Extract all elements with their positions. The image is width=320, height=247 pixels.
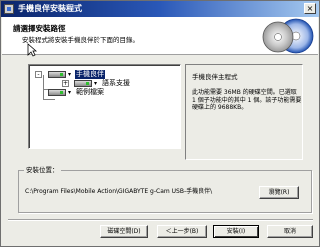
- wizard-header: 請選擇安裝路徑 安裝程式將安裝手機良伴於下面的目錄。: [2, 17, 318, 55]
- back-button[interactable]: ＜上一步(B): [157, 225, 207, 238]
- installer-app-icon: [4, 4, 14, 14]
- feature-description: 此功能需要 36MB 的硬碟空間。已選取 1 個子功能中的其中 1 個。該子功能…: [192, 89, 302, 111]
- cd-disc-icon: [262, 18, 314, 54]
- install-path: C:\Program Files\Mobile Action\GIGABYTE …: [25, 188, 213, 195]
- feature-title: 手機良伴主程式: [192, 73, 238, 81]
- tree-item-label: 手機良伴: [75, 70, 105, 79]
- dropdown-arrow-icon[interactable]: ▾: [68, 71, 71, 78]
- title-bar[interactable]: 手機良伴安裝程式 ×: [1, 1, 319, 17]
- installer-window: 手機良伴安裝程式 × 請選擇安裝路徑 安裝程式將安裝手機良伴於下面的目錄。 - …: [0, 0, 320, 247]
- drive-icon: [74, 80, 92, 87]
- install-location-label: 安裝位置：: [24, 166, 61, 175]
- cancel-button[interactable]: 取消: [267, 225, 313, 238]
- browse-button[interactable]: 瀏覽(R): [259, 186, 299, 199]
- dropdown-arrow-icon[interactable]: ▾: [94, 80, 97, 87]
- tree-item-label: 語系支援: [102, 79, 130, 87]
- divider: [8, 219, 313, 221]
- mouse-cursor-icon: [27, 43, 37, 57]
- page-title: 請選擇安裝路徑: [13, 24, 66, 33]
- feature-tree[interactable]: - ▾ 手機良伴 + ▾ 語系支援 ▾ 範例檔案: [28, 64, 181, 149]
- close-icon[interactable]: ×: [304, 3, 316, 14]
- install-button[interactable]: 安裝(I): [213, 225, 259, 238]
- drive-icon: [48, 89, 66, 96]
- drive-icon: [48, 71, 66, 78]
- tree-item-label: 範例檔案: [76, 88, 104, 96]
- tree-connector: [43, 75, 44, 99]
- collapse-icon[interactable]: -: [35, 71, 42, 78]
- dropdown-arrow-icon[interactable]: ▾: [68, 89, 71, 96]
- page-description: 安裝程式將安裝手機良伴於下面的目錄。: [22, 36, 139, 44]
- tree-connector: [43, 99, 55, 100]
- feature-description-panel: 手機良伴主程式 此功能需要 36MB 的硬碟空間。已選取 1 個子功能中的其中 …: [185, 64, 303, 160]
- expand-icon[interactable]: +: [62, 80, 69, 87]
- disk-space-button[interactable]: 磁碟空間(D): [100, 225, 148, 238]
- window-title: 手機良伴安裝程式: [18, 4, 82, 13]
